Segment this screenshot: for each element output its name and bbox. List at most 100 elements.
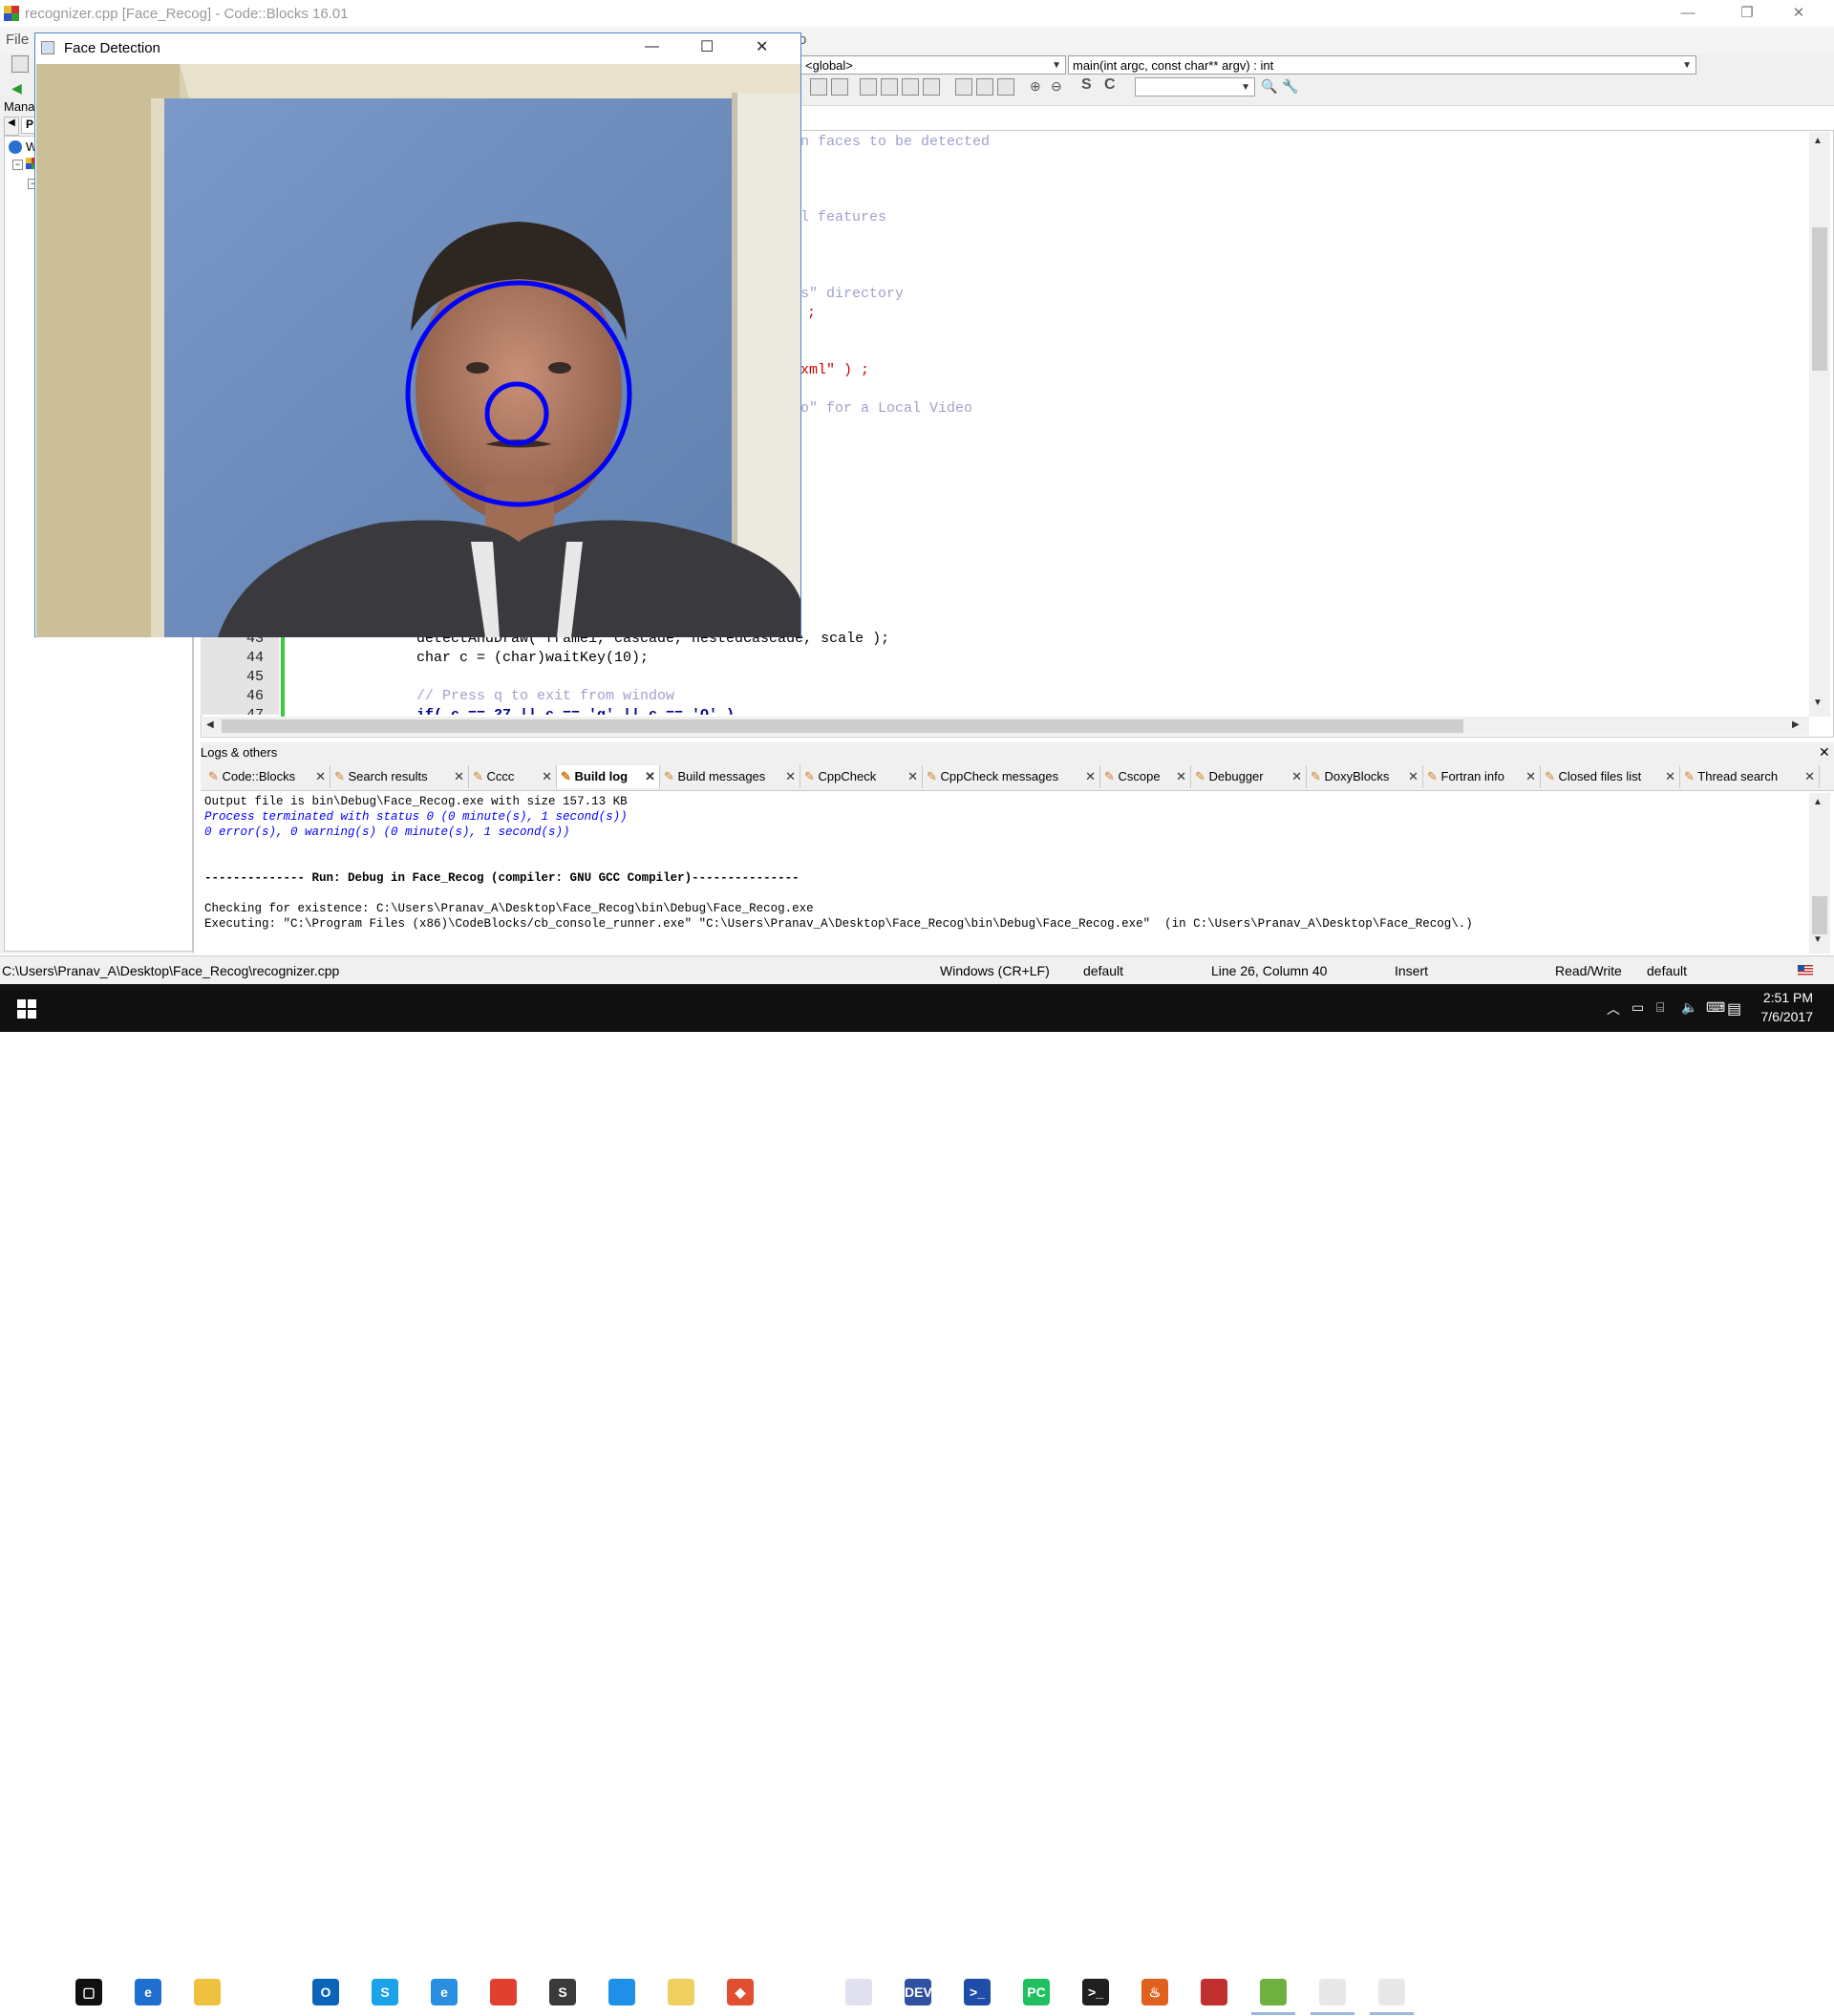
close-icon[interactable]: ✕ xyxy=(907,765,918,788)
windows-start-icon[interactable] xyxy=(17,999,36,1019)
clock-date[interactable]: 7/6/2017 xyxy=(1750,1009,1814,1024)
toolbar-icon-5[interactable] xyxy=(902,78,919,96)
function-combo[interactable]: main(int argc, const char** argv) : int ▼ xyxy=(1068,55,1696,75)
logs-tab[interactable]: ✎ Debugger ✕ xyxy=(1191,765,1307,788)
close-icon[interactable]: ✕ xyxy=(1291,765,1302,788)
pycharm-icon[interactable]: PC xyxy=(1007,1968,1066,2016)
logs-tab[interactable]: ✎ Search results ✕ xyxy=(331,765,469,788)
expand-icon[interactable]: − xyxy=(12,160,23,170)
battery-icon[interactable]: ▭ xyxy=(1631,999,1644,1016)
minimize-button[interactable]: — xyxy=(645,38,659,54)
keyboard-icon[interactable]: ⌨ xyxy=(1706,999,1725,1016)
close-icon[interactable]: ✕ xyxy=(1804,765,1815,788)
close-icon[interactable]: ✕ xyxy=(1819,744,1830,761)
task-view-icon[interactable]: ▢ xyxy=(59,1968,118,2016)
close-icon[interactable]: ✕ xyxy=(1408,765,1418,788)
editor-horizontal-scrollbar[interactable]: ◀ ▶ xyxy=(203,717,1809,736)
scroll-thumb[interactable] xyxy=(1812,896,1827,934)
skype-icon[interactable]: S xyxy=(355,1968,415,2016)
logs-tab[interactable]: ✎ Closed files list ✕ xyxy=(1541,765,1680,788)
logs-vertical-scrollbar[interactable]: ▲ ▼ xyxy=(1809,793,1830,954)
folder-icon[interactable] xyxy=(651,1968,711,2016)
store-icon[interactable] xyxy=(237,1968,296,2016)
scroll-left-icon[interactable]: ◀ xyxy=(206,719,214,730)
sublime-icon[interactable]: S xyxy=(533,1968,592,2016)
chart-app-icon[interactable] xyxy=(1244,1968,1303,2016)
logs-tab[interactable]: ✎ CppCheck messages ✕ xyxy=(923,765,1100,788)
window-app-icon[interactable] xyxy=(1303,1968,1362,2016)
logs-tab[interactable]: ✎ CppCheck ✕ xyxy=(800,765,923,788)
logs-tab[interactable]: ✎ Fortran info ✕ xyxy=(1423,765,1541,788)
logs-tab[interactable]: ✎ Build messages ✕ xyxy=(660,765,800,788)
toolbar-icon-1[interactable] xyxy=(810,78,827,96)
scroll-down-icon[interactable]: ▼ xyxy=(1813,697,1823,708)
network-icon[interactable]: ⌸ xyxy=(1656,999,1664,1016)
git-icon[interactable]: ◆ xyxy=(711,1968,770,2016)
toolbar-icon-6[interactable] xyxy=(923,78,940,96)
action-center-icon[interactable]: ▤ xyxy=(1727,999,1741,1019)
volume-icon[interactable]: 🔈 xyxy=(1681,999,1697,1016)
face-detection-window[interactable]: Face Detection — ☐ ✕ xyxy=(34,32,801,637)
toolbar-icon-3[interactable] xyxy=(860,78,877,96)
scroll-up-icon[interactable]: ▲ xyxy=(1813,797,1823,807)
menu-file[interactable]: File xyxy=(6,32,29,48)
toolbar-icon-8[interactable] xyxy=(976,78,993,96)
toolbar-icon-2[interactable] xyxy=(831,78,848,96)
logs-tab[interactable]: ✎ Thread search ✕ xyxy=(1680,765,1820,788)
codeblocks-icon[interactable] xyxy=(1184,1968,1244,2016)
scroll-down-icon[interactable]: ▼ xyxy=(1813,934,1823,945)
chrome-icon[interactable] xyxy=(474,1968,533,2016)
chevron-up-icon[interactable]: ︿ xyxy=(1607,999,1620,1019)
notes-icon[interactable] xyxy=(829,1968,888,2016)
minimize-button[interactable]: — xyxy=(1666,0,1710,27)
panel-left-arrow-icon[interactable]: ◀ xyxy=(4,117,19,136)
search-icon[interactable]: 🔍 xyxy=(1261,78,1277,95)
logs-tab[interactable]: ✎ Cscope ✕ xyxy=(1100,765,1191,788)
powershell-icon[interactable]: >_ xyxy=(948,1968,1007,2016)
edge-icon[interactable]: e xyxy=(118,1968,178,2016)
toggle-s-icon[interactable]: S xyxy=(1081,76,1092,94)
close-icon[interactable]: ✕ xyxy=(542,765,552,788)
scope-combo[interactable]: <global> ▼ xyxy=(800,55,1066,75)
close-icon[interactable]: ✕ xyxy=(1665,765,1675,788)
devcpp-icon[interactable]: DEV xyxy=(888,1968,948,2016)
github-icon[interactable] xyxy=(770,1968,829,2016)
close-icon[interactable]: ✕ xyxy=(645,765,655,788)
close-icon[interactable]: ✕ xyxy=(1176,765,1186,788)
java-icon[interactable]: ♨ xyxy=(1125,1968,1184,2016)
toolbar-icon-4[interactable] xyxy=(881,78,898,96)
close-icon[interactable]: ✕ xyxy=(1525,765,1536,788)
ie-icon[interactable]: e xyxy=(415,1968,474,2016)
outlook-icon[interactable]: O xyxy=(296,1968,355,2016)
zoom-in-icon[interactable]: ⊕ xyxy=(1030,78,1041,95)
cmd-icon[interactable]: >_ xyxy=(1066,1968,1125,2016)
close-icon[interactable]: ✕ xyxy=(454,765,464,788)
file-explorer-icon[interactable] xyxy=(178,1968,237,2016)
clock-time[interactable]: 2:51 PM xyxy=(1759,990,1813,1005)
maximize-button[interactable]: ☐ xyxy=(700,37,714,56)
close-icon[interactable]: ✕ xyxy=(785,765,796,788)
close-icon[interactable]: ✕ xyxy=(1085,765,1096,788)
back-arrow-icon[interactable]: ◀ xyxy=(11,80,22,97)
toolbar-icon-9[interactable] xyxy=(997,78,1014,96)
scroll-right-icon[interactable]: ▶ xyxy=(1792,719,1800,730)
face-detection-title-bar[interactable]: Face Detection — ☐ ✕ xyxy=(35,33,800,63)
search-combo[interactable]: ▼ xyxy=(1135,77,1255,97)
zoom-out-icon[interactable]: ⊖ xyxy=(1051,78,1062,95)
toolbar-icon-7[interactable] xyxy=(955,78,972,96)
logs-tab[interactable]: ✎ Code::Blocks ✕ xyxy=(204,765,331,788)
settings-icon[interactable]: 🔧 xyxy=(1282,78,1298,95)
logs-tab[interactable]: ✎ Cccc ✕ xyxy=(469,765,557,788)
app-blue-icon[interactable] xyxy=(592,1968,651,2016)
new-file-icon[interactable] xyxy=(11,55,29,73)
scroll-thumb[interactable] xyxy=(222,719,1463,733)
face-window-app-icon[interactable] xyxy=(1362,1968,1421,2016)
logs-tab[interactable]: ✎ DoxyBlocks ✕ xyxy=(1307,765,1423,788)
close-button[interactable]: ✕ xyxy=(1777,0,1821,27)
editor-vertical-scrollbar[interactable]: ▲ ▼ xyxy=(1809,132,1830,717)
scroll-up-icon[interactable]: ▲ xyxy=(1813,136,1823,146)
toggle-c-icon[interactable]: C xyxy=(1104,76,1116,94)
close-icon[interactable]: ✕ xyxy=(315,765,326,788)
restore-button[interactable]: ❐ xyxy=(1725,0,1769,27)
close-button[interactable]: ✕ xyxy=(756,37,768,56)
